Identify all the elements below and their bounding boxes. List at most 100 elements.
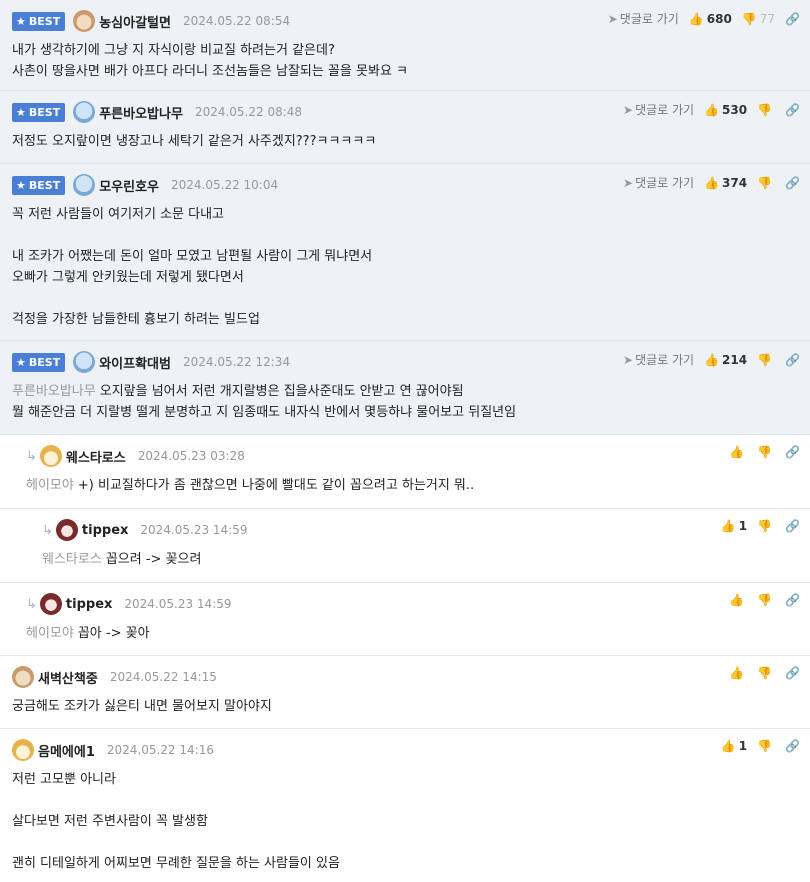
avatar[interactable]: [39, 593, 62, 615]
avatar[interactable]: [73, 10, 96, 32]
thumbs-down-icon: 👎: [757, 445, 773, 459]
avatar[interactable]: [73, 174, 96, 196]
best-badge: ★ BEST: [12, 352, 66, 372]
star-icon: ★: [16, 105, 26, 119]
navigation-arrow-icon: ➤: [607, 12, 618, 26]
downvote-button[interactable]: 👎 77: [742, 12, 775, 26]
thumbs-down-icon: 👎: [757, 352, 773, 367]
goto-comment-link[interactable]: ➤ 댓글로 가기: [623, 174, 694, 191]
nickname[interactable]: 새벽산책중: [38, 668, 98, 687]
link-icon[interactable]: 🔗: [785, 519, 800, 533]
star-icon: ★: [16, 178, 26, 192]
downvote-button[interactable]: 👎: [757, 353, 775, 367]
comment-body: 궁금해도 조카가 싫은티 내면 물어보지 말아야지: [12, 699, 272, 714]
thumbs-down-icon: 👎: [741, 11, 757, 26]
comment: 새벽산책중 2024.05.22 14:15 👍 👎 🔗 궁금해도 조카가 싫은…: [0, 656, 810, 729]
thumbs-down-icon: 👎: [757, 519, 773, 533]
link-icon[interactable]: 🔗: [785, 739, 800, 753]
link-icon[interactable]: 🔗: [785, 445, 800, 459]
timestamp: 2024.05.23 14:59: [124, 597, 232, 611]
upvote-button[interactable]: 👍: [729, 666, 747, 680]
nickname[interactable]: 농심아갈털면: [99, 12, 171, 31]
reply-arrow-icon: ↳: [42, 522, 53, 538]
nickname[interactable]: 웨스타로스: [66, 447, 126, 466]
nickname[interactable]: tippex: [66, 597, 112, 612]
thumbs-down-icon: 👎: [757, 739, 773, 753]
thumbs-up-icon: 👍: [720, 519, 736, 533]
timestamp: 2024.05.22 10:04: [171, 178, 279, 192]
downvote-button[interactable]: 👎: [757, 103, 775, 117]
upvote-button[interactable]: 👍 1: [721, 739, 747, 753]
downvote-button[interactable]: 👎: [757, 445, 775, 459]
navigation-arrow-icon: ➤: [623, 103, 634, 117]
comment-body: 꼭 저런 사람들이 여기저기 소문 다내고 내 조카가 어쨌는데 돈이 얼마 모…: [12, 207, 373, 327]
downvote-button[interactable]: 👎: [757, 666, 775, 680]
avatar[interactable]: [73, 351, 96, 373]
upvote-button[interactable]: 👍 374: [704, 176, 747, 190]
nickname[interactable]: 푸른바오밥나무: [99, 103, 183, 122]
comment-body: 웨스타로스 꼽으려 -> 꽂으려: [42, 552, 202, 567]
comment: ★ BEST 푸른바오밥나무 2024.05.22 08:48 ➤ 댓글로 가기 👍…: [0, 91, 810, 164]
best-badge: ★ BEST: [12, 11, 66, 31]
thumbs-down-icon: 👎: [757, 593, 773, 607]
downvote-button[interactable]: 👎: [757, 593, 775, 607]
link-icon[interactable]: 🔗: [785, 103, 800, 117]
thumbs-down-icon: 👎: [757, 666, 773, 680]
nickname[interactable]: 음메에에1: [38, 741, 95, 760]
link-icon[interactable]: 🔗: [785, 353, 800, 367]
mention[interactable]: 웨스타로스: [42, 552, 102, 567]
downvote-button[interactable]: 👎: [757, 739, 775, 753]
link-icon[interactable]: 🔗: [785, 666, 800, 680]
star-icon: ★: [16, 355, 26, 369]
link-icon[interactable]: 🔗: [785, 593, 800, 607]
thumbs-down-icon: 👎: [757, 175, 773, 190]
timestamp: 2024.05.22 12:34: [182, 355, 291, 369]
mention[interactable]: 푸른바오밥나무: [12, 384, 96, 399]
comment-body: 저정도 오지랖이면 냉장고나 세탁기 같은거 사주겠지???ㅋㅋㅋㅋㅋ: [12, 134, 377, 149]
nickname[interactable]: 와이프확대범: [99, 353, 171, 372]
comment: ★ BEST 모우린호우 2024.05.22 10:04 ➤ 댓글로 가기 👍 37…: [0, 164, 810, 341]
reply-comment: ↳ tippex 2024.05.23 14:59 👍 1 👎 🔗 웨스타로스 꼽으…: [0, 509, 810, 583]
upvote-button[interactable]: 👍 1: [721, 519, 747, 533]
navigation-arrow-icon: ➤: [623, 353, 634, 367]
nickname[interactable]: tippex: [82, 523, 128, 538]
thumbs-up-icon: 👍: [704, 175, 720, 190]
upvote-button[interactable]: 👍: [729, 593, 747, 607]
star-icon: ★: [16, 14, 26, 28]
upvote-button[interactable]: 👍 530: [704, 103, 747, 117]
comment: 음메에에1 2024.05.22 14:16 👍 1 👎 🔗 저런 고모뿐 아니라…: [0, 729, 810, 882]
upvote-button[interactable]: 👍 680: [689, 12, 732, 26]
timestamp: 2024.05.22 08:48: [194, 105, 303, 119]
goto-comment-link[interactable]: ➤ 댓글로 가기: [608, 10, 679, 27]
avatar[interactable]: [73, 101, 96, 123]
goto-comment-link[interactable]: ➤ 댓글로 가기: [623, 101, 694, 118]
avatar[interactable]: [39, 445, 62, 467]
avatar[interactable]: [55, 519, 78, 541]
link-icon[interactable]: 🔗: [785, 176, 800, 190]
timestamp: 2024.05.23 14:59: [140, 523, 248, 537]
comment-body: 내가 생각하기에 그냥 지 자식이랑 비교질 하려는거 같은데? 사촌이 땅을사…: [12, 43, 408, 79]
mention[interactable]: 헤이모야: [26, 478, 74, 493]
thumbs-up-icon: 👍: [720, 739, 736, 753]
thumbs-up-icon: 👍: [704, 352, 720, 367]
thumbs-up-icon: 👍: [729, 666, 745, 680]
reply-arrow-icon: ↳: [26, 448, 37, 464]
best-badge: ★ BEST: [12, 102, 66, 122]
downvote-button[interactable]: 👎: [757, 519, 775, 533]
thumbs-up-icon: 👍: [704, 102, 720, 117]
nickname[interactable]: 모우린호우: [99, 176, 159, 195]
comment-body: 저런 고모뿐 아니라 살다보면 저런 주변사람이 꼭 발생함 괜히 디테일하게 …: [12, 772, 340, 871]
downvote-button[interactable]: 👎: [757, 176, 775, 190]
upvote-button[interactable]: 👍 214: [704, 353, 747, 367]
goto-comment-link[interactable]: ➤ 댓글로 가기: [623, 351, 694, 368]
comment-body: 푸른바오밥나무 오지랖을 넘어서 저런 개지랄병은 집을사준대도 안받고 연 끊어…: [12, 384, 517, 420]
comment: ★ BEST 농심아갈털면 2024.05.22 08:54 ➤ 댓글로 가기 👍 6…: [0, 0, 810, 91]
link-icon[interactable]: 🔗: [785, 12, 800, 26]
avatar[interactable]: [12, 739, 34, 761]
avatar[interactable]: [12, 666, 34, 688]
comment: ★ BEST 와이프확대범 2024.05.22 12:34 ➤ 댓글로 가기 👍 2…: [0, 341, 810, 435]
navigation-arrow-icon: ➤: [623, 176, 634, 190]
timestamp: 2024.05.22 08:54: [182, 14, 291, 28]
mention[interactable]: 헤이모야: [26, 626, 74, 641]
upvote-button[interactable]: 👍: [729, 445, 747, 459]
